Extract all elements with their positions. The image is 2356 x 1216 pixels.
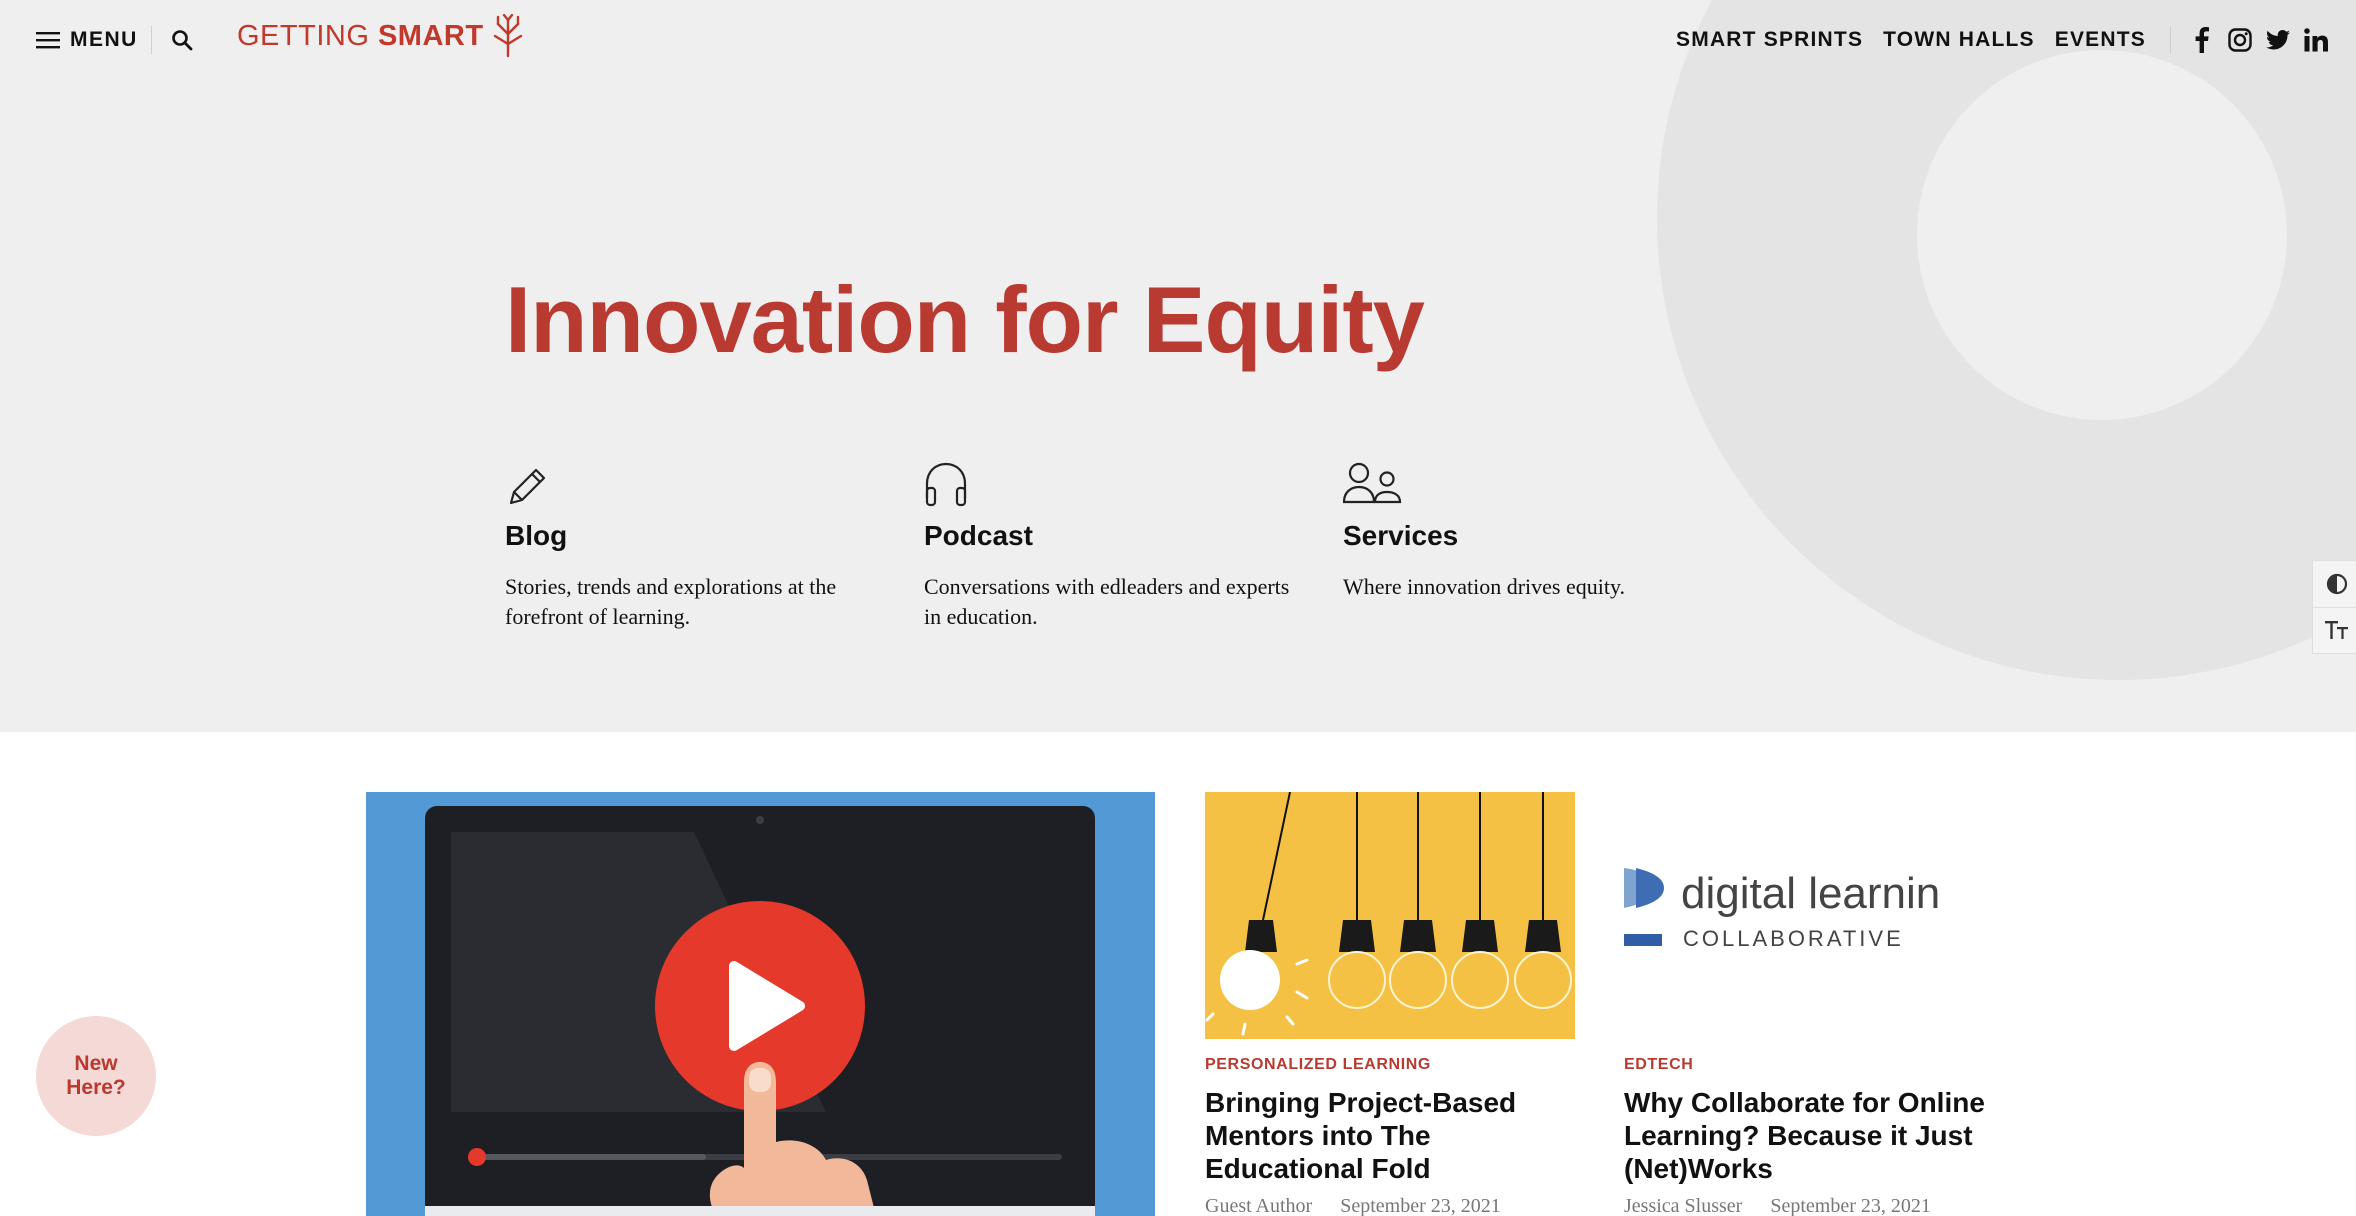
nav-smart-sprints[interactable]: SMART SPRINTS — [1676, 28, 1863, 52]
linkedin-icon[interactable] — [2304, 27, 2328, 53]
article-date: September 23, 2021 — [1770, 1195, 1931, 1216]
feature-podcast[interactable]: Podcast Conversations with edleaders and… — [924, 462, 1304, 632]
article-title[interactable]: Bringing Project-Based Mentors into The … — [1205, 1086, 1575, 1185]
accessibility-tools — [2312, 560, 2356, 654]
instagram-icon[interactable] — [2228, 27, 2252, 53]
article-card[interactable]: digital learnin COLLABORATIVE EDTECH Why… — [1624, 792, 1994, 1216]
logo-text: GETTING SMART — [237, 19, 484, 52]
article-author[interactable]: Jessica Slusser — [1624, 1195, 1742, 1216]
facebook-icon[interactable] — [2190, 27, 2214, 53]
social-links — [2190, 26, 2328, 54]
article-thumbnail: digital learnin COLLABORATIVE — [1624, 792, 1994, 1039]
svg-text:digital learnin: digital learnin — [1681, 869, 1940, 918]
feature-title: Services — [1343, 520, 1459, 551]
article-card[interactable]: PERSONALIZED LEARNING Bringing Project-B… — [1205, 792, 1575, 1216]
article-meta: Guest Author September 23, 2021 — [1205, 1195, 1575, 1216]
article-category[interactable]: EDTECH — [1624, 1056, 1994, 1074]
logo-tree-icon — [493, 14, 522, 58]
article-category[interactable]: PERSONALIZED LEARNING — [1205, 1056, 1575, 1074]
svg-text:COLLABORATIVE: COLLABORATIVE — [1683, 926, 1904, 951]
site-header: MENU GETTING SMART SMART SPRINTS TOWN HA… — [0, 0, 2356, 80]
article-date: September 23, 2021 — [1340, 1195, 1501, 1216]
top-navigation: SMART SPRINTS TOWN HALLS EVENTS — [1676, 26, 2146, 54]
search-icon[interactable] — [170, 28, 194, 52]
featured-video[interactable] — [366, 792, 1155, 1216]
headphones-icon — [925, 462, 967, 507]
contrast-icon[interactable] — [2313, 561, 2356, 607]
people-icon — [1343, 462, 1402, 504]
pencil-icon — [509, 468, 546, 505]
text-size-icon[interactable] — [2313, 606, 2356, 654]
feature-description: Conversations with edleaders and experts… — [924, 574, 1290, 629]
hero-section: MENU GETTING SMART SMART SPRINTS TOWN HA… — [0, 0, 2356, 732]
decorative-circle — [1917, 50, 2287, 420]
article-author[interactable]: Guest Author — [1205, 1195, 1312, 1216]
header-divider — [151, 26, 152, 54]
nav-events[interactable]: EVENTS — [2055, 28, 2146, 52]
hamburger-icon — [36, 32, 60, 49]
menu-button[interactable]: MENU — [36, 26, 138, 54]
menu-label: MENU — [70, 28, 138, 51]
twitter-icon[interactable] — [2266, 27, 2290, 53]
feature-description: Where innovation drives equity. — [1343, 574, 1626, 599]
feature-title: Blog — [505, 520, 568, 551]
feature-services[interactable]: Services Where innovation drives equity. — [1343, 462, 1723, 602]
nav-town-halls[interactable]: TOWN HALLS — [1883, 28, 2035, 52]
site-logo[interactable]: GETTING SMART — [237, 14, 526, 58]
article-title[interactable]: Why Collaborate for Online Learning? Bec… — [1624, 1086, 1994, 1185]
feature-blog[interactable]: Blog Stories, trends and explorations at… — [505, 462, 885, 632]
feature-title: Podcast — [924, 520, 1033, 551]
new-here-button[interactable]: New Here? — [36, 1016, 156, 1136]
hero-title: Innovation for Equity — [505, 267, 1425, 372]
article-thumbnail — [1205, 792, 1575, 1039]
article-meta: Jessica Slusser September 23, 2021 — [1624, 1195, 1994, 1216]
video-player-illustration — [425, 806, 1095, 1216]
feature-description: Stories, trends and explorations at the … — [505, 574, 837, 629]
header-divider — [2170, 26, 2171, 54]
